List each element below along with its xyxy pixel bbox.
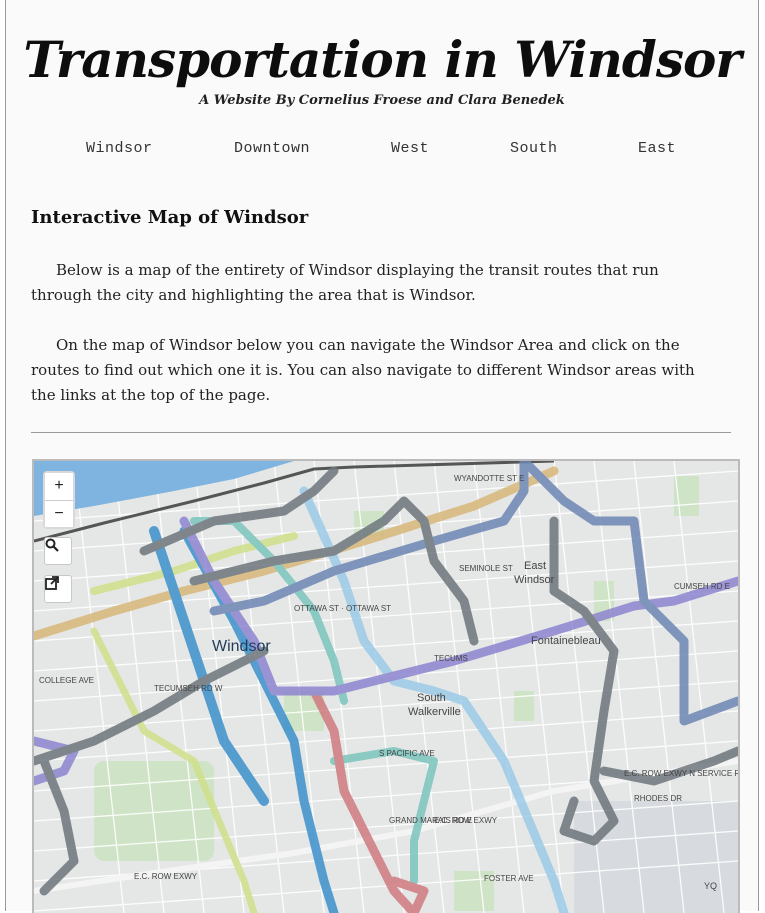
page-title: Transportation in Windsor	[23, 30, 741, 89]
label-ecrow-west: E.C. ROW EXWY	[134, 872, 198, 881]
interactive-map[interactable]: Windsor South Walkerville East Windsor F…	[32, 459, 740, 913]
label-ecrow-east: E.C. ROW EXWY N SERVICE RD	[624, 769, 738, 778]
divider	[31, 432, 731, 433]
label-s-pacific: S PACIFIC AVE	[379, 749, 435, 758]
label-tecumseh-rd-w: TECUMSEH RD W	[154, 684, 223, 693]
label-ottawa: OTTAWA ST · OTTAWA ST	[294, 604, 391, 613]
label-east-windsor-2: Windsor	[514, 574, 555, 586]
label-yq: YQ	[704, 881, 717, 891]
label-seminole: SEMINOLE ST	[459, 564, 513, 573]
zoom-out-button[interactable]: −	[45, 500, 73, 527]
label-south-walkerville-1: South	[417, 692, 446, 704]
label-fontainebleau: Fontainebleau	[531, 635, 601, 647]
zoom-in-button[interactable]: +	[45, 473, 73, 499]
page-subtitle: A Website By Cornelius Froese and Clara …	[199, 93, 565, 108]
page-container: Transportation in Windsor A Website By C…	[5, 0, 759, 913]
top-nav: Windsor Downtown West South East	[6, 140, 758, 162]
label-east-windsor-1: East	[524, 560, 546, 572]
label-foster: FOSTER AVE	[484, 874, 534, 883]
label-city: Windsor	[212, 638, 271, 655]
fullscreen-button[interactable]	[44, 575, 72, 603]
intro-paragraph: Below is a map of the entirety of Windso…	[31, 261, 659, 304]
section-heading: Interactive Map of Windsor	[31, 207, 309, 228]
label-south-walkerville-2: Walkerville	[408, 706, 461, 718]
zoom-control: + −	[43, 471, 75, 529]
nav-link-east[interactable]: East	[638, 140, 676, 157]
label-college: COLLEGE AVE	[39, 676, 94, 685]
nav-link-west[interactable]: West	[391, 140, 429, 157]
nav-link-downtown[interactable]: Downtown	[234, 140, 310, 157]
nav-link-south[interactable]: South	[510, 140, 558, 157]
label-tecumseh-w: TECUMS	[434, 654, 468, 663]
instructions-paragraph: On the map of Windsor below you can navi…	[31, 336, 695, 404]
label-rhodes: RHODES DR	[634, 794, 682, 803]
label-cumseh: CUMSEH RD E	[674, 582, 730, 591]
label-wyandotte: WYANDOTTE ST E	[454, 474, 524, 483]
nav-link-windsor[interactable]: Windsor	[86, 140, 153, 157]
search-button[interactable]	[44, 537, 72, 565]
label-ecrow: E.C. ROW EXWY	[434, 816, 498, 825]
map-canvas[interactable]: Windsor South Walkerville East Windsor F…	[34, 461, 738, 913]
